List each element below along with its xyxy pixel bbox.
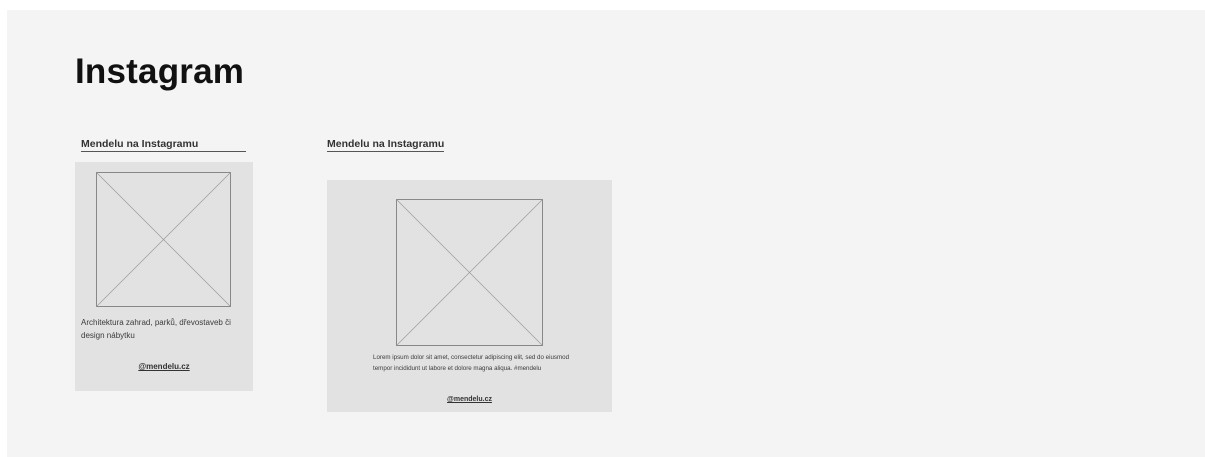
card-heading[interactable]: Mendelu na Instagramu — [81, 138, 246, 152]
instagram-card: Lorem ipsum dolor sit amet, consectetur … — [327, 180, 612, 412]
image-placeholder-icon — [396, 199, 543, 346]
card-heading[interactable]: Mendelu na Instagramu — [327, 138, 445, 152]
instagram-card: Architektura zahrad, parků, dřevostaveb … — [75, 162, 253, 391]
post-caption: Architektura zahrad, parků, dřevostaveb … — [81, 318, 231, 340]
page-title: Instagram — [75, 52, 245, 91]
post-caption: Lorem ipsum dolor sit amet, consectetur … — [373, 354, 570, 372]
instagram-handle-link[interactable]: @mendelu.cz — [327, 396, 612, 403]
image-placeholder-icon — [96, 172, 231, 307]
instagram-handle-link[interactable]: @mendelu.cz — [75, 362, 253, 371]
wireframe-canvas: Instagram Mendelu na Instagramu Architek… — [7, 10, 1205, 457]
